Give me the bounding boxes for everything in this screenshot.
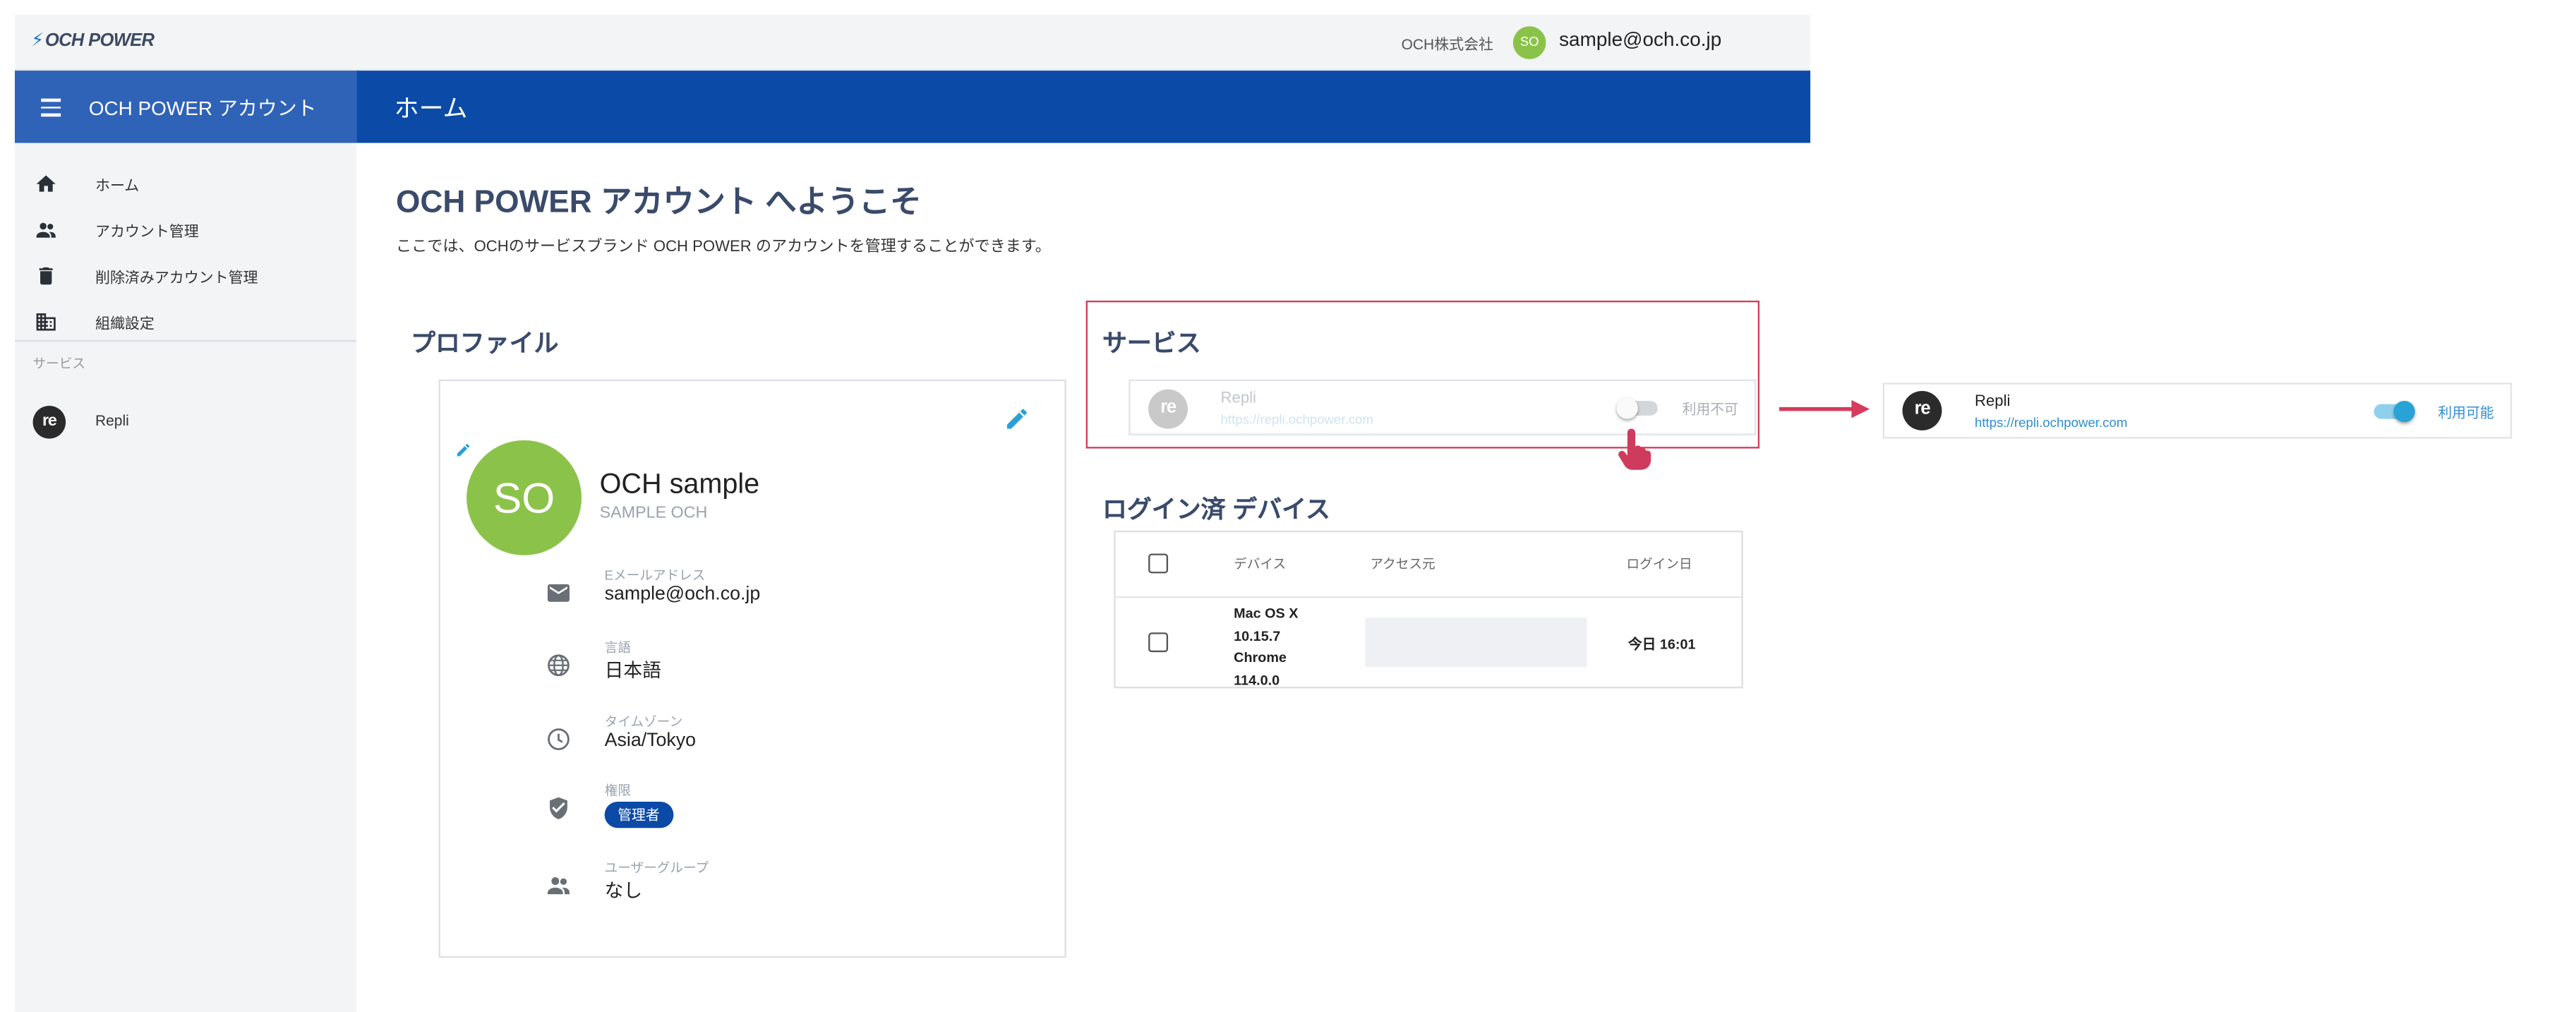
service-url[interactable]: https://repli.ochpower.com [1975, 416, 2127, 430]
profile-field-user-group: ユーザーグループ なし [546, 859, 1038, 924]
device-name: Mac OS X 10.15.7 Chrome 114.0.0 [1234, 603, 1298, 692]
sidebar: OCH POWER アカウント ホーム アカウント管理 削除済みアカウント管理 … [14, 71, 357, 1012]
repli-logo-icon: re [1902, 391, 1942, 430]
device-line: Chrome [1234, 649, 1287, 665]
profile-field-language: 言語 日本語 [546, 639, 1038, 705]
sidebar-item-account-management[interactable]: アカウント管理 [15, 209, 356, 252]
profile-avatar: SO [467, 440, 582, 555]
edit-avatar-icon[interactable] [455, 442, 471, 458]
sidebar-title: OCH POWER アカウント [88, 97, 317, 120]
service-row-enabled[interactable]: re Repli https://repli.ochpower.com 利用可能 [1882, 382, 2512, 439]
service-status: 利用可能 [2438, 404, 2494, 421]
column-header-access: アクセス元 [1370, 557, 1436, 572]
group-icon [547, 877, 570, 895]
profile-name-kana: SAMPLE OCH [599, 504, 708, 523]
sidebar-item-label: 組織設定 [95, 315, 155, 332]
arrow-right-icon [1779, 399, 1870, 418]
main-header: ホーム [356, 71, 1811, 143]
sidebar-divider [14, 339, 357, 342]
sidebar-item-home[interactable]: ホーム [15, 162, 356, 205]
user-avatar[interactable]: SO [1512, 26, 1546, 59]
welcome-subtitle: ここでは、OCHのサービスブランド OCH POWER のアカウントを管理するこ… [395, 238, 1051, 257]
shield-icon [550, 797, 567, 819]
device-line: Mac OS X [1234, 604, 1299, 621]
page-title: ホーム [394, 95, 468, 124]
field-label: 言語 [604, 640, 631, 656]
field-value: 管理者 [604, 801, 673, 829]
sidebar-item-label: 削除済みアカウント管理 [95, 269, 258, 287]
sidebar-section-services: サービス [32, 356, 86, 372]
sidebar-item-organization-settings[interactable]: 組織設定 [15, 301, 356, 344]
service-status: 利用不可 [1682, 400, 1738, 418]
repli-logo-icon: re [32, 405, 66, 439]
clock-icon [548, 728, 570, 750]
field-value: sample@och.co.jp [604, 584, 761, 605]
building-icon [36, 313, 56, 331]
login-date: 今日 16:01 [1627, 635, 1696, 653]
field-label: Eメールアドレス [604, 568, 706, 584]
home-icon [36, 175, 56, 192]
sidebar-item-label: ホーム [95, 177, 140, 194]
people-icon [36, 222, 56, 238]
access-source-cell [1365, 618, 1587, 668]
pointer-hand-icon [1618, 428, 1651, 470]
och-power-logo[interactable]: ⚡ OCH POWER [31, 30, 155, 52]
field-label: タイムゾーン [604, 714, 683, 730]
field-label: ユーザーグループ [604, 860, 709, 876]
field-label: 権限 [604, 783, 631, 799]
mail-icon [547, 584, 570, 602]
services-heading: サービス [1102, 330, 1201, 359]
sidebar-item-repli[interactable]: re Repli [15, 401, 356, 444]
service-url[interactable]: https://repli.ochpower.com [1221, 412, 1373, 427]
sidebar-item-label: Repli [95, 412, 129, 429]
menu-icon[interactable] [41, 98, 61, 121]
sidebar-item-label: アカウント管理 [95, 223, 199, 240]
company-name: OCH株式会社 [1401, 36, 1493, 53]
sidebar-header: OCH POWER アカウント [14, 71, 357, 143]
welcome-title: OCH POWER アカウント へようこそ [395, 186, 922, 220]
logo-text: OCH POWER [44, 31, 155, 52]
devices-table: デバイス アクセス元 ログイン日 Mac OS X 10.15.7 Chrome… [1114, 530, 1743, 689]
role-badge: 管理者 [604, 801, 673, 829]
service-toggle-off[interactable] [1616, 397, 1659, 419]
profile-field-role: 権限 管理者 [546, 782, 1038, 848]
repli-logo-icon: re [1148, 389, 1188, 429]
edit-profile-icon[interactable] [1004, 406, 1030, 432]
column-header-login: ログイン日 [1626, 557, 1692, 572]
device-line: 10.15.7 [1234, 627, 1281, 644]
profile-field-timezone: タイムゾーン Asia/Tokyo [546, 713, 1038, 778]
profile-name: OCH sample [599, 468, 760, 500]
user-email[interactable]: sample@och.co.jp [1559, 28, 1721, 52]
field-value: 日本語 [604, 662, 661, 682]
service-toggle-on[interactable] [2373, 400, 2415, 423]
table-divider [1115, 596, 1742, 598]
profile-card: SO OCH sample SAMPLE OCH Eメールアドレス sample… [438, 379, 1066, 958]
profile-field-email: Eメールアドレス sample@och.co.jp [546, 567, 1038, 632]
select-all-checkbox[interactable] [1148, 553, 1169, 574]
service-name: Repli [1975, 392, 2011, 411]
logo-mark-icon: ⚡ [31, 31, 44, 52]
service-name: Repli [1220, 389, 1256, 408]
globe-icon [548, 654, 570, 677]
devices-heading: ログイン済 デバイス [1102, 495, 1330, 524]
field-value: Asia/Tokyo [604, 730, 697, 751]
row-checkbox[interactable] [1148, 632, 1169, 653]
field-value: なし [604, 882, 643, 902]
top-bar: ⚡ OCH POWER OCH株式会社 SO sample@och.co.jp [14, 14, 1811, 71]
profile-heading: プロファイル [410, 330, 559, 359]
device-line: 114.0.0 [1234, 670, 1280, 688]
sidebar-item-deleted-accounts[interactable]: 削除済みアカウント管理 [15, 255, 356, 298]
column-header-device: デバイス [1234, 557, 1287, 572]
trash-icon [39, 267, 53, 285]
